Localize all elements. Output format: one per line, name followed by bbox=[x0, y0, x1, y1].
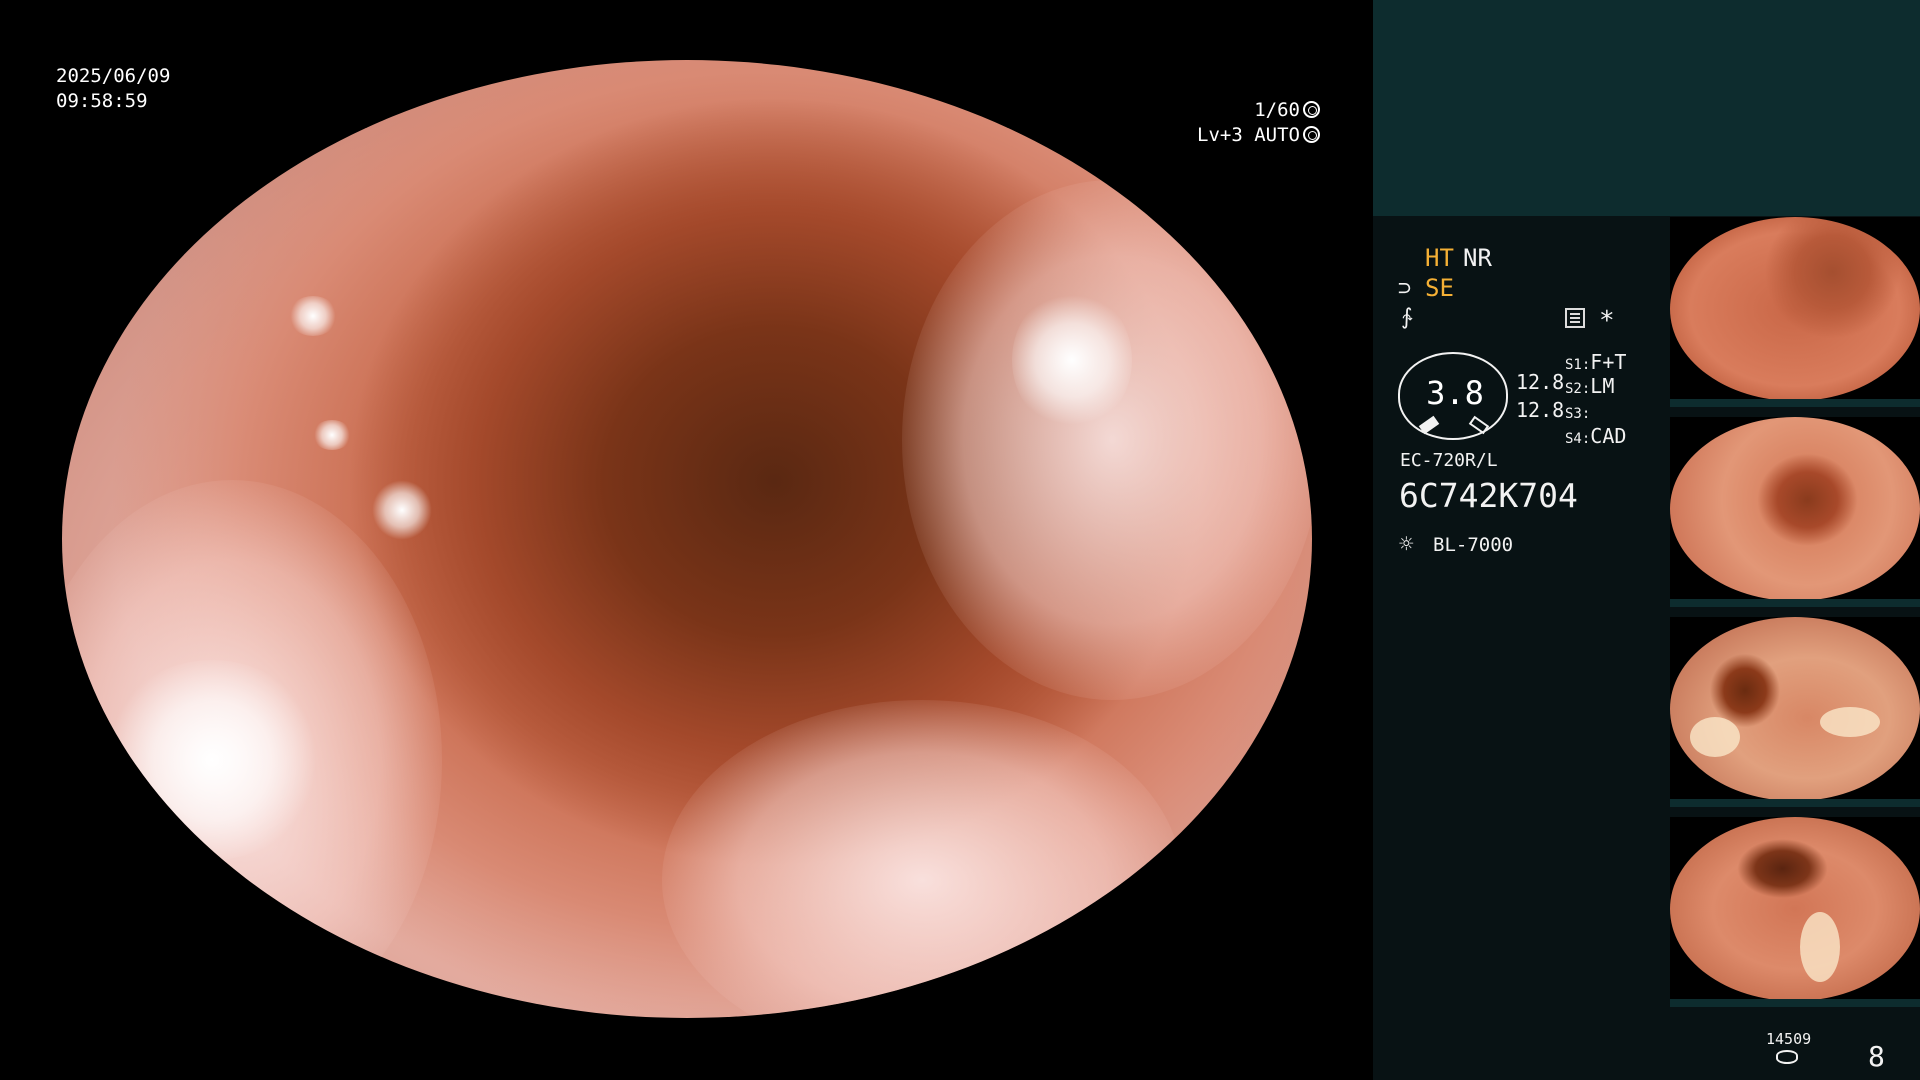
reading-value-2: 12.8 bbox=[1516, 398, 1565, 422]
switch-4: S4:CAD bbox=[1565, 424, 1626, 448]
switch-3-label: S3: bbox=[1565, 406, 1591, 422]
light-reflection bbox=[312, 420, 352, 450]
shutter-icon bbox=[1303, 101, 1320, 118]
meter-value: 3.8 bbox=[1426, 374, 1484, 412]
reading-value-1: 12.8 bbox=[1516, 370, 1565, 394]
brightness-level: Lv+3 bbox=[1197, 124, 1243, 146]
light-source-icon: ☼ bbox=[1399, 530, 1414, 558]
scope-model: EC-720R/L bbox=[1400, 450, 1498, 471]
captured-thumbnail-3[interactable] bbox=[1670, 617, 1920, 807]
switch-2: S2:LM bbox=[1565, 374, 1614, 398]
switch-3: S3: bbox=[1565, 399, 1590, 423]
thumbnail-image bbox=[1670, 217, 1920, 401]
panel-header bbox=[1373, 0, 1920, 216]
captured-thumbnail-4[interactable] bbox=[1670, 817, 1920, 1007]
light-reflection bbox=[1012, 290, 1132, 430]
color-mode-icon: ∱ bbox=[1401, 305, 1413, 330]
thumbnail-highlight bbox=[1820, 707, 1880, 737]
thumbnail-bar bbox=[1670, 399, 1920, 407]
light-reflection bbox=[288, 296, 338, 336]
thumbnail-bar bbox=[1670, 599, 1920, 607]
thumbnail-image bbox=[1670, 417, 1920, 601]
mucosal-fold bbox=[902, 180, 1312, 700]
structure-enhance-icon: ⊃ bbox=[1398, 276, 1412, 301]
iris-mode: AUTO bbox=[1254, 124, 1300, 146]
switch-1-label: S1: bbox=[1565, 357, 1591, 373]
time-text: 09:58:59 bbox=[56, 90, 148, 112]
exposure-display: 1/60 Lv+3 AUTO bbox=[1197, 98, 1320, 148]
thumbnail-bar bbox=[1670, 999, 1920, 1007]
thumbnail-bar bbox=[1670, 799, 1920, 807]
mucosal-fold bbox=[662, 700, 1182, 1018]
asterisk-indicator: * bbox=[1599, 306, 1615, 336]
switch-1: S1:F+T bbox=[1565, 350, 1626, 374]
ht-indicator: HT bbox=[1425, 244, 1454, 272]
thumbnail-highlight bbox=[1800, 912, 1840, 982]
endoscopy-screen: 2025/06/09 09:58:59 1/60 Lv+3 AUTO HT NR… bbox=[0, 0, 1920, 1080]
captured-thumbnail-1[interactable] bbox=[1670, 217, 1920, 407]
light-reflection bbox=[102, 660, 322, 860]
nr-indicator: NR bbox=[1463, 244, 1492, 272]
switch-2-label: S2: bbox=[1565, 381, 1591, 397]
thumbnail-image bbox=[1670, 817, 1920, 1001]
shutter-speed: 1/60 bbox=[1254, 99, 1300, 121]
capture-count: 8 bbox=[1868, 1040, 1885, 1073]
switch-1-value: F+T bbox=[1590, 350, 1627, 374]
info-panel: HT NR ⊃ SE ∱ * 3.8 12.8 12.8 S1:F+T S2:L… bbox=[1373, 0, 1920, 1080]
date-text: 2025/06/09 bbox=[56, 65, 171, 87]
light-reflection bbox=[372, 480, 432, 540]
switch-4-label: S4: bbox=[1565, 431, 1591, 447]
meter-marker-right bbox=[1468, 415, 1490, 435]
menu-icon bbox=[1565, 308, 1585, 328]
light-source: BL-7000 bbox=[1433, 534, 1514, 556]
meter-marker-left bbox=[1418, 415, 1440, 435]
date-time-display: 2025/06/09 09:58:59 bbox=[56, 64, 170, 114]
storage-icon bbox=[1776, 1050, 1798, 1064]
remaining-capacity: 14509 bbox=[1766, 1030, 1812, 1048]
scope-serial: 6C742K704 bbox=[1399, 476, 1578, 515]
live-endoscope-view bbox=[62, 60, 1312, 1018]
switch-2-value: LM bbox=[1590, 374, 1615, 398]
thumbnail-image bbox=[1670, 617, 1920, 801]
se-indicator: SE bbox=[1425, 274, 1454, 302]
switch-4-value: CAD bbox=[1590, 424, 1627, 448]
thumbnail-highlight bbox=[1690, 717, 1740, 757]
captured-thumbnail-2[interactable] bbox=[1670, 417, 1920, 607]
iris-icon bbox=[1303, 126, 1320, 143]
zoom-meter: 3.8 bbox=[1398, 352, 1508, 440]
